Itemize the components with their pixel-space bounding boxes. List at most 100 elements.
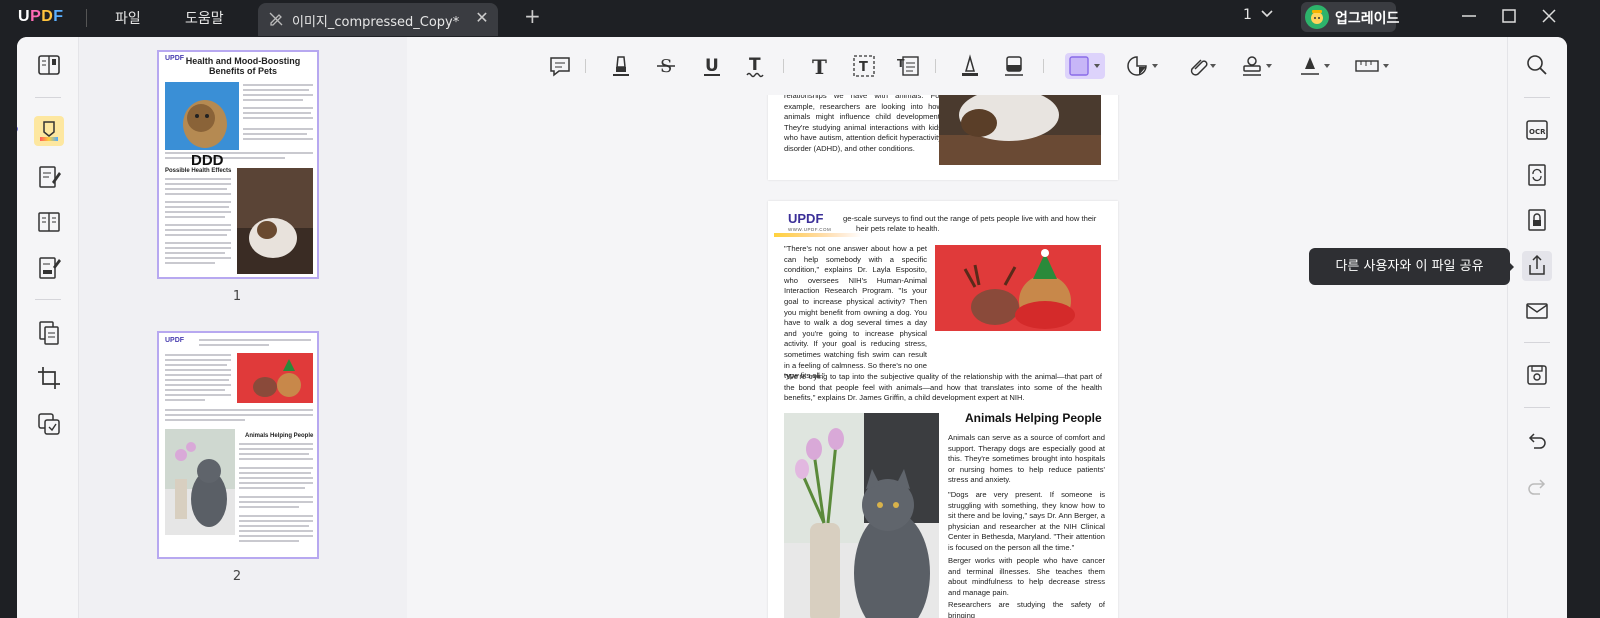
page2-quote-griffin: "We're trying to tap into the subjective…	[784, 372, 1102, 403]
menu-file[interactable]: 파일	[115, 8, 141, 28]
maximize-icon[interactable]	[1499, 6, 1519, 26]
document-page-2: UPDF WWW.UPDF.COM ge-scale surveys to fi…	[768, 201, 1118, 618]
attachment-icon[interactable]	[1183, 53, 1219, 79]
email-icon[interactable]	[1522, 296, 1552, 326]
thumb-overlay-text: DDD	[191, 152, 224, 169]
reader-mode-icon[interactable]	[34, 50, 64, 80]
form-mode-icon[interactable]	[34, 253, 64, 283]
right-tool-rail: OCR	[1507, 37, 1567, 618]
thumb-heading: Animals Helping People	[245, 433, 314, 439]
title-divider	[86, 9, 87, 27]
svg-text:T: T	[897, 57, 905, 70]
text-callout-icon[interactable]: T	[895, 53, 921, 79]
undo-icon[interactable]	[1522, 426, 1552, 456]
shape-tool-icon[interactable]	[1123, 53, 1163, 79]
search-icon[interactable]	[1522, 50, 1552, 80]
toolbar-divider	[585, 59, 586, 73]
thumb-heading: Possible Health Effects	[165, 168, 232, 174]
organize-pages-icon[interactable]	[34, 207, 64, 237]
rail-divider	[1524, 342, 1550, 343]
toolbar-divider	[935, 59, 936, 73]
active-mode-indicator	[17, 126, 18, 132]
new-tab-icon[interactable]: +	[524, 6, 541, 26]
sticky-note-icon[interactable]	[547, 53, 573, 79]
app-frame: UPDF Health and Mood-Boosting Benefits o…	[17, 37, 1567, 618]
tooltip-arrow	[1508, 261, 1514, 273]
menu-help[interactable]: 도움말	[185, 8, 224, 28]
squiggly-underline-icon[interactable]: T	[743, 53, 769, 79]
pencil-icon[interactable]	[957, 53, 983, 79]
protect-lock-icon[interactable]	[1522, 205, 1552, 235]
signature-pen-icon[interactable]	[1297, 53, 1333, 79]
rail-divider	[35, 299, 61, 300]
save-icon[interactable]	[1522, 360, 1552, 390]
logo-letter-f: F	[53, 8, 64, 25]
text-tool-icon[interactable]: T	[807, 53, 833, 79]
rail-divider	[1524, 97, 1550, 98]
svg-text:U: U	[705, 56, 719, 76]
chevron-down-icon[interactable]	[1260, 5, 1274, 23]
convert-pdf-icon[interactable]	[34, 318, 64, 348]
document-viewport[interactable]: relationships we have with animals. For …	[407, 95, 1507, 618]
upgrade-button[interactable]: 업그레이드	[1301, 2, 1400, 32]
upgrade-avatar-icon	[1305, 5, 1329, 29]
minimize-icon[interactable]	[1459, 6, 1479, 26]
page2-gray-cat-image	[784, 413, 939, 618]
page2-section-paragraph-1: Animals can serve as a source of comfort…	[948, 433, 1105, 485]
app-logo[interactable]: UPDF	[18, 8, 64, 26]
comment-mode-icon[interactable]	[34, 116, 64, 146]
document-tab[interactable]: 이미지_compressed_Copy* ✕	[258, 3, 498, 36]
thumbnail-panel: UPDF Health and Mood-Boosting Benefits o…	[79, 37, 407, 618]
page1-paragraph: relationships we have with animals. For …	[784, 95, 942, 153]
underline-icon[interactable]: U	[699, 53, 725, 79]
page-thumbnail-2[interactable]: UPDF Animals Helping People	[157, 331, 319, 559]
thumb-gray-cat-image	[165, 429, 235, 535]
logo-letter-d: D	[41, 8, 54, 25]
convert-icon[interactable]	[1522, 160, 1552, 190]
page-indicator[interactable]: 1	[1243, 7, 1252, 23]
title-bar: UPDF 파일 도움말 이미지_compressed_Copy* ✕ + 1 업…	[0, 0, 1600, 36]
measure-ruler-icon[interactable]	[1353, 53, 1393, 79]
page2-section-title: Animals Helping People	[965, 411, 1102, 425]
page-tools-icon[interactable]	[34, 409, 64, 439]
page2-quote-esposito: "There's not one answer about how a pet …	[784, 244, 927, 381]
highlighter-icon[interactable]	[608, 53, 634, 79]
thumb-page-number-1: 1	[232, 289, 242, 304]
stamp-icon[interactable]	[1239, 53, 1275, 79]
rail-divider	[35, 97, 61, 98]
page-thumbnail-1[interactable]: UPDF Health and Mood-Boosting Benefits o…	[157, 50, 319, 279]
rail-divider	[1524, 407, 1550, 408]
thumb-title: Health and Mood-Boosting Benefits of Pet…	[185, 56, 301, 76]
tab-title: 이미지_compressed_Copy*	[292, 15, 460, 30]
page1-dog-image	[939, 95, 1101, 165]
page2-section-paragraph-3: Berger works with people who have cancer…	[948, 556, 1105, 597]
document-page-1: relationships we have with animals. For …	[768, 95, 1118, 180]
svg-text:OCR: OCR	[1529, 128, 1546, 136]
edit-off-icon	[268, 11, 284, 27]
redo-icon[interactable]	[1522, 472, 1552, 502]
close-window-icon[interactable]	[1539, 6, 1559, 26]
annotation-toolbar: S U T T T T	[407, 37, 1507, 95]
thumb-page-number-2: 2	[232, 569, 242, 584]
page2-intro-line-2: heir pets relate to health.	[856, 224, 940, 233]
svg-text:T: T	[859, 60, 868, 75]
rectangle-shape-tool[interactable]	[1065, 53, 1105, 79]
page2-intro-line: ge-scale surveys to find out the range o…	[843, 214, 1097, 223]
svg-text:T: T	[812, 55, 827, 79]
thumb-cat-image	[165, 82, 239, 150]
toolbar-divider	[783, 59, 784, 73]
eraser-icon[interactable]	[1001, 53, 1027, 79]
watermark-url: WWW.UPDF.COM	[788, 227, 832, 232]
thumb-logo: UPDF	[165, 337, 185, 344]
text-box-icon[interactable]: T	[851, 53, 877, 79]
crop-pages-icon[interactable]	[34, 363, 64, 393]
ocr-icon[interactable]: OCR	[1522, 115, 1552, 145]
edit-mode-icon[interactable]	[34, 162, 64, 192]
share-icon[interactable]	[1522, 251, 1552, 281]
tab-close-icon[interactable]: ✕	[472, 8, 492, 28]
left-tool-rail	[17, 37, 79, 618]
thumb-reindeer-dogs-image	[237, 353, 313, 403]
strikethrough-icon[interactable]: S	[653, 53, 679, 79]
upgrade-label: 업그레이드	[1335, 11, 1400, 27]
watermark-brand: UPDF	[788, 211, 824, 226]
